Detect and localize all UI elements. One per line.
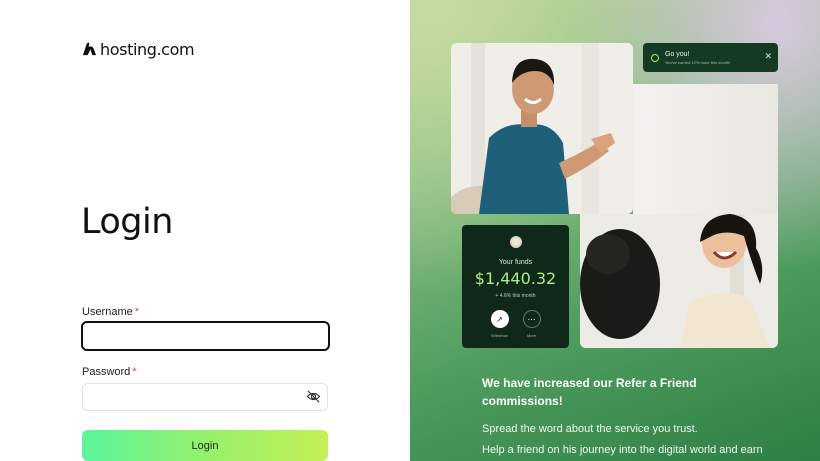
check-circle-icon <box>651 53 659 62</box>
photo-background-curtain <box>633 84 778 214</box>
more-icon[interactable]: ⋯ <box>522 310 541 328</box>
promo-panel: Go you! You've earned 12% more this mont… <box>410 0 820 461</box>
promo-photo-woman <box>580 214 778 348</box>
promo-text-line: Spread the word about the service you tr… <box>482 423 698 435</box>
password-input[interactable] <box>82 383 328 411</box>
toast-title: Go you! <box>665 50 690 58</box>
arrow-up-right-icon[interactable]: ↗ <box>490 310 509 328</box>
hosting-logo-icon <box>82 42 97 56</box>
withdraw-label: Withdraw <box>491 333 508 338</box>
woman-laughing-illustration <box>580 214 778 348</box>
eye-off-icon[interactable] <box>306 389 321 404</box>
more-label: More <box>526 333 537 338</box>
funds-change: + 4.6% this month <box>495 293 536 299</box>
username-label-text: Username <box>82 306 133 318</box>
funds-actions: ↗ Withdraw ⋯ More <box>462 310 569 338</box>
funds-label: Your funds <box>498 259 533 266</box>
toast-subtitle: You've earned 12% more this month! <box>665 59 731 65</box>
toast-content: Go you! You've earned 12% more this mont… <box>665 51 730 65</box>
withdraw-action[interactable]: ↗ Withdraw <box>490 310 509 338</box>
required-mark: * <box>132 366 137 378</box>
funds-card: Your funds $1,440.32 + 4.6% this month ↗… <box>462 225 569 348</box>
promo-headline: We have increased our Refer a Friend com… <box>482 376 697 408</box>
username-label: Username * <box>82 306 139 318</box>
avatar <box>509 236 522 248</box>
close-icon[interactable]: ✕ <box>764 52 772 62</box>
required-mark: * <box>134 306 140 318</box>
more-action[interactable]: ⋯ More <box>522 310 541 338</box>
login-panel: hosting.com Login Username * Password * Lo… <box>0 0 410 461</box>
funds-value: $1,440.32 <box>474 269 557 288</box>
password-label: Password * <box>82 366 137 378</box>
login-button[interactable]: Login <box>82 430 328 461</box>
password-label-text: Password <box>82 366 131 378</box>
promo-photo-man <box>451 43 633 214</box>
success-toast: Go you! You've earned 12% more this mont… <box>643 43 778 72</box>
brand-name: hosting.com <box>100 40 195 59</box>
brand-logo[interactable]: hosting.com <box>82 40 195 59</box>
username-input[interactable] <box>81 321 330 351</box>
page-title: Login <box>81 202 173 242</box>
man-clapping-illustration <box>451 43 633 214</box>
promo-text-line: Help a friend on his journey into the di… <box>482 444 763 456</box>
